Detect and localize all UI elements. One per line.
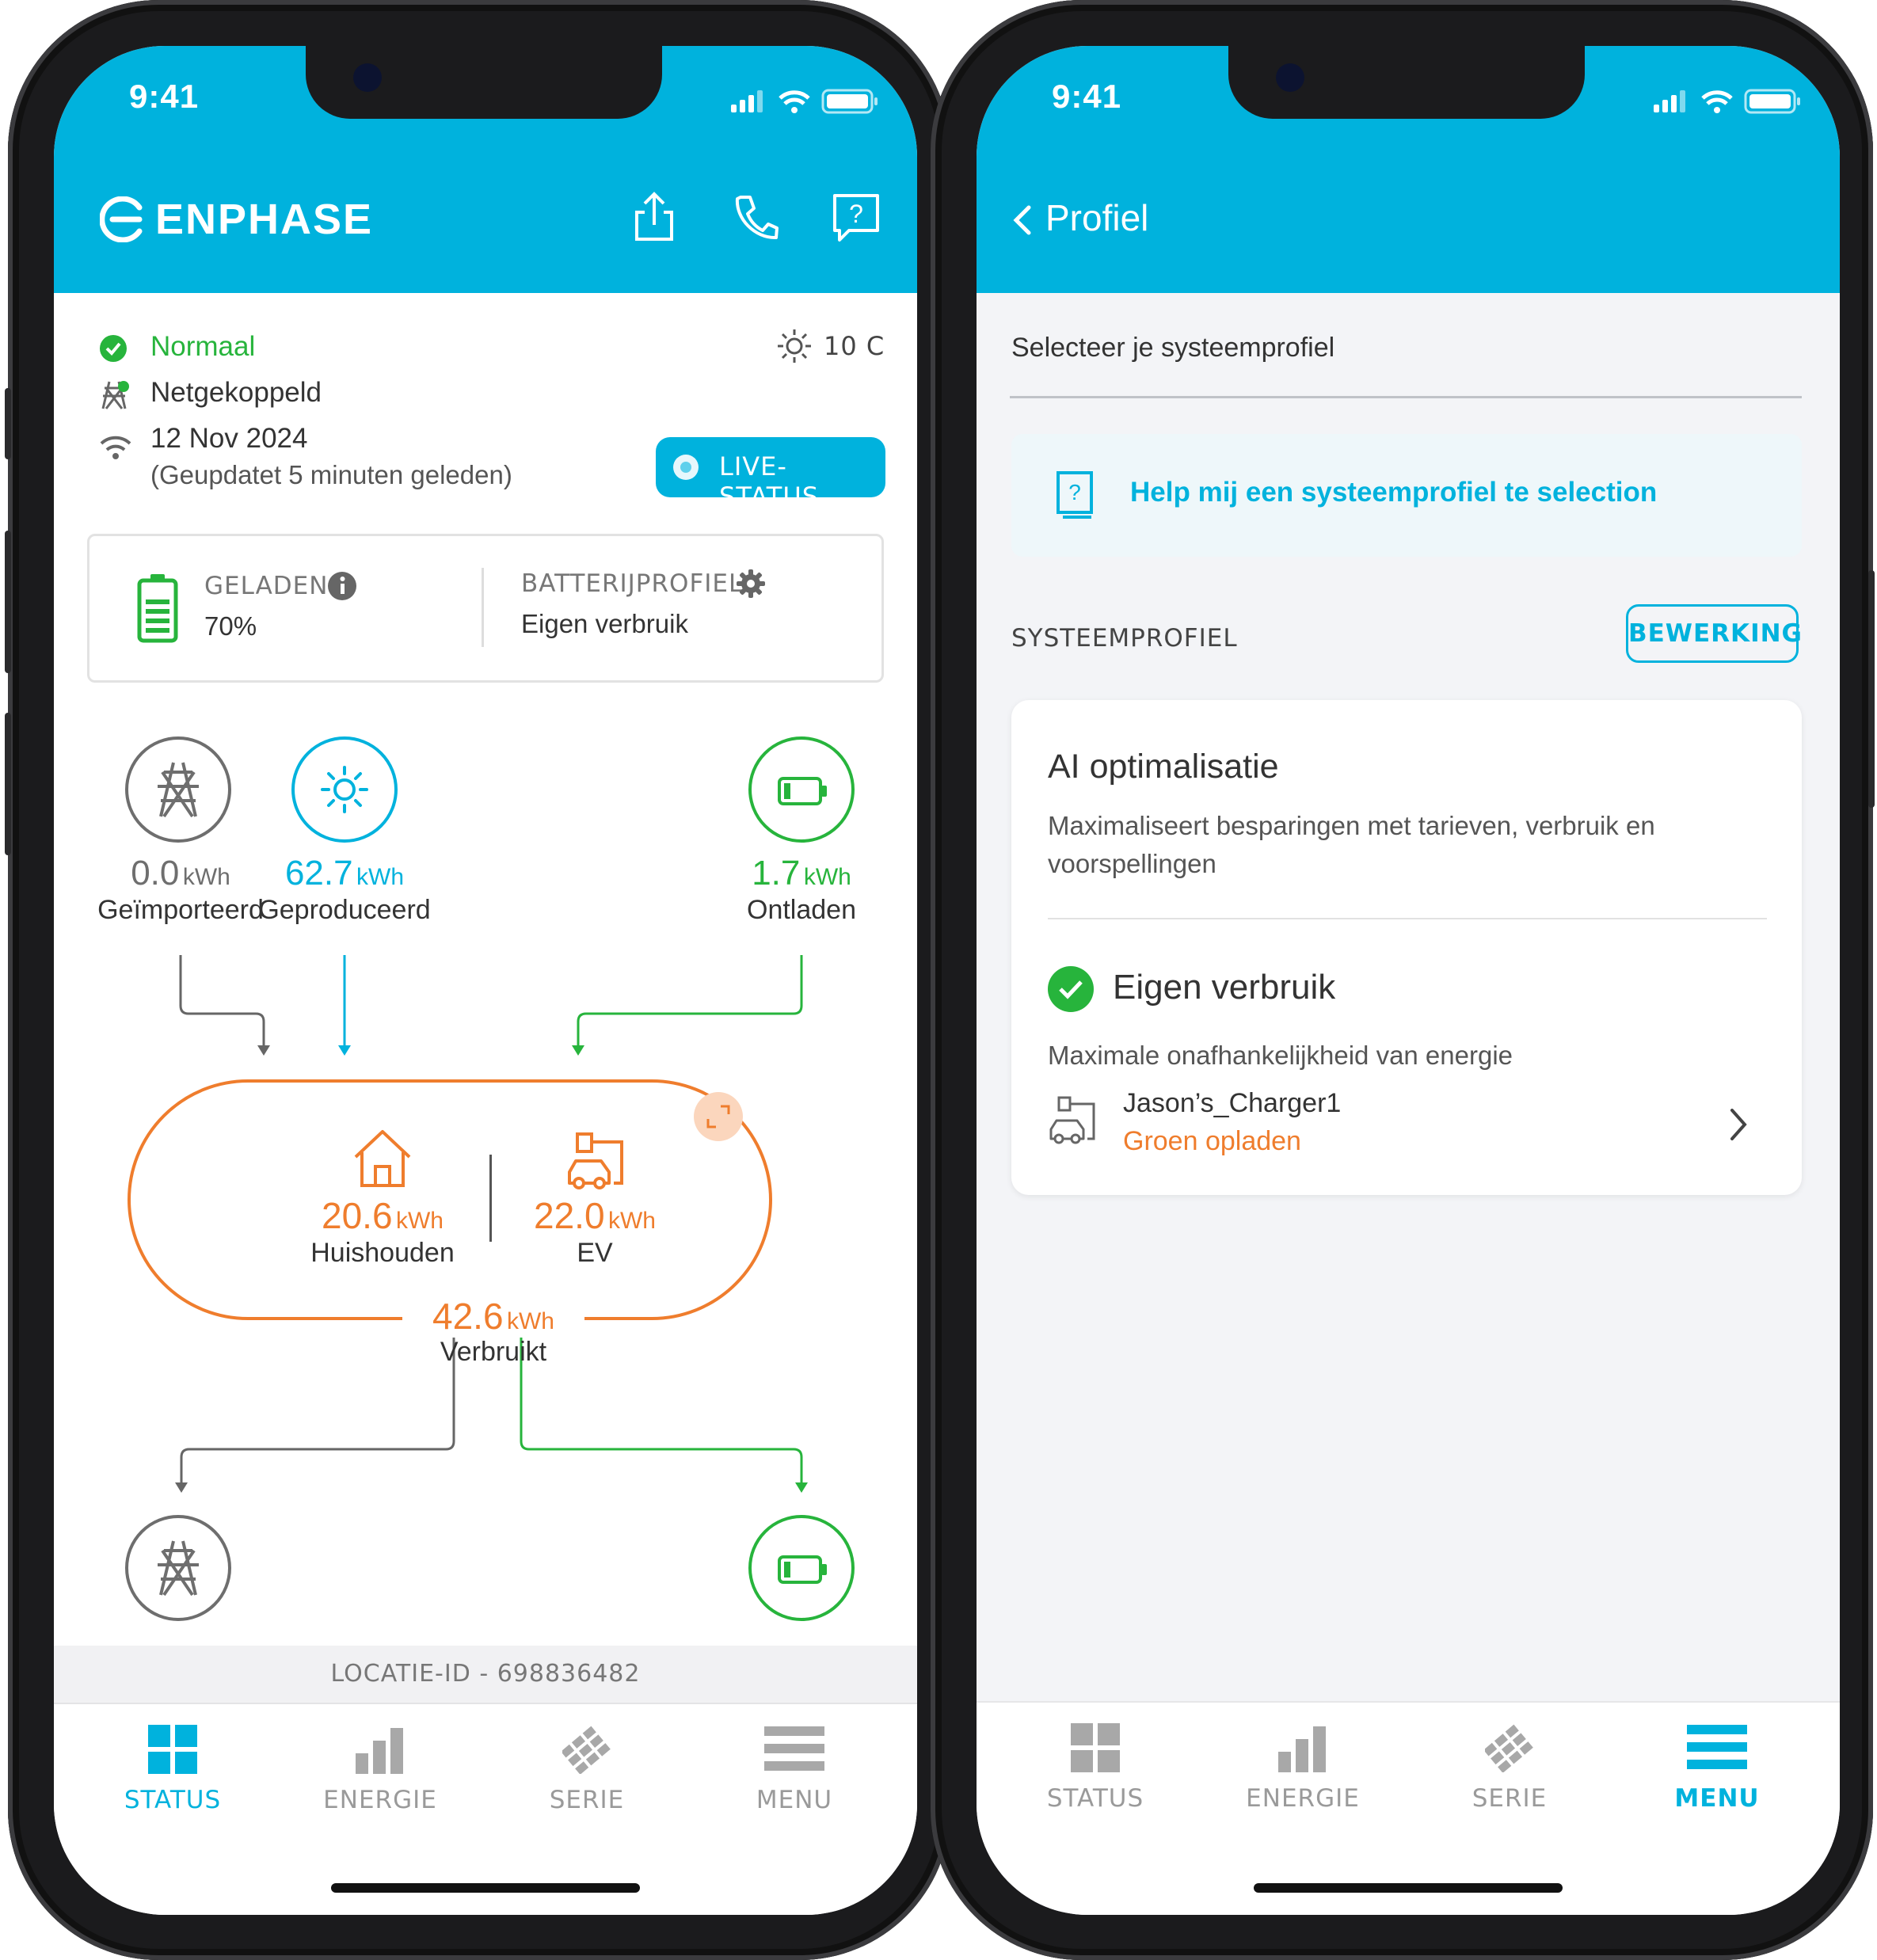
phone-left: 9:41 ENPHASE ? Normaal Netgekoppeld 12 N… (5, 0, 950, 1960)
bar-chart-icon (1278, 1726, 1326, 1772)
location-id: LOCATIE-ID - 698836482 (330, 1660, 641, 1688)
tab-menu[interactable]: MENU (1646, 1723, 1788, 1813)
svg-text:?: ? (1068, 480, 1081, 504)
phone-right: 9:41 Profiel Selecteer je systeemprofiel (931, 0, 1875, 1960)
screen-profile: 9:41 Profiel Selecteer je systeemprofiel (977, 46, 1840, 1915)
discharged-label: Ontladen (747, 895, 856, 925)
tab-series[interactable]: SERIE (1438, 1723, 1581, 1813)
battery-icon (778, 1555, 827, 1584)
produced-label: Geproduceerd (258, 895, 431, 925)
status-time: 9:41 (1052, 78, 1122, 115)
solar-panels-icon (1483, 1724, 1533, 1773)
grid-tower-icon (158, 762, 199, 818)
ev-value: 22.0 kWh (534, 1195, 656, 1236)
battery-discharge-node[interactable] (748, 736, 855, 843)
charger-name: Jason’s_Charger1 (1123, 1088, 1342, 1118)
charger-row[interactable]: Jason’s_Charger1 Groen opladen (1048, 1088, 1767, 1175)
notch (1228, 46, 1585, 119)
ev-label: EV (577, 1238, 613, 1268)
screen-status: 9:41 ENPHASE ? Normaal Netgekoppeld 12 N… (54, 46, 917, 1915)
home-indicator (1254, 1883, 1563, 1893)
grid-import-node[interactable] (125, 736, 231, 843)
solar-panels-icon (561, 1726, 611, 1775)
select-profile-text: Selecteer je systeemprofiel (1011, 333, 1335, 363)
imported-value: 0.0 kWh (131, 854, 230, 892)
grid-tower-icon (158, 1540, 199, 1597)
tab-series[interactable]: SERIE (516, 1725, 658, 1814)
edit-button[interactable]: BEWERKING (1626, 604, 1802, 663)
menu-icon (764, 1726, 824, 1771)
solar-produced-node[interactable] (291, 736, 398, 843)
pill-divider (489, 1155, 492, 1242)
discharged-value: 1.7 kWh (752, 854, 851, 892)
help-book-icon: ? (1057, 471, 1093, 519)
status-bar-icons (1654, 89, 1800, 114)
tab-status[interactable]: STATUS (1024, 1723, 1167, 1813)
battery-icon (778, 777, 827, 805)
card-divider (1048, 918, 1767, 919)
tab-status[interactable]: STATUS (101, 1725, 244, 1814)
ai-option-desc-1: Maximaliseert besparingen met tarieven, … (1048, 811, 1655, 840)
ev-charger-icon (1049, 1096, 1095, 1144)
location-bar: LOCATIE-ID - 698836482 (54, 1646, 917, 1704)
consumed-value: 42.6 kWh (402, 1295, 584, 1338)
grid-export-node[interactable] (125, 1515, 231, 1621)
help-select-profile-link[interactable]: ? Help mij een systeemprofiel te selecti… (1011, 434, 1802, 557)
chevron-right-icon (1730, 1109, 1747, 1140)
sun-icon (321, 766, 368, 813)
bar-chart-icon (356, 1728, 403, 1774)
grid-tiles-icon (1071, 1723, 1120, 1772)
profile-card: AI optimalisatie Maximaliseert besparing… (1011, 700, 1802, 1195)
produced-value: 62.7 kWh (284, 854, 405, 892)
consumed-label: Verbruikt (440, 1337, 547, 1367)
battery-charge-node[interactable] (748, 1515, 855, 1621)
own-use-title[interactable]: Eigen verbruik (1113, 968, 1335, 1007)
own-use-desc: Maximale onafhankelijkheid van energie (1048, 1041, 1513, 1070)
tab-energy[interactable]: ENERGIE (1232, 1723, 1374, 1813)
tab-menu[interactable]: MENU (723, 1725, 866, 1814)
house-icon (354, 1130, 411, 1187)
menu-icon (1687, 1725, 1747, 1769)
page-title: Profiel (1045, 197, 1149, 238)
household-value: 20.6 kWh (322, 1195, 444, 1236)
ev-charger-icon (568, 1132, 623, 1189)
tab-energy[interactable]: ENERGIE (309, 1725, 451, 1814)
section-title: SYSTEEMPROFIEL (1011, 624, 1238, 653)
home-indicator (331, 1883, 640, 1893)
expand-icon (706, 1105, 730, 1128)
expand-button[interactable] (694, 1092, 743, 1141)
selected-check-icon (1048, 966, 1094, 1012)
household-label: Huishouden (310, 1238, 455, 1268)
separator-line (1010, 396, 1802, 398)
grid-tiles-icon (148, 1725, 197, 1774)
help-link-text: Help mij een systeemprofiel te selection (1130, 477, 1658, 508)
ai-option-title[interactable]: AI optimalisatie (1048, 748, 1279, 786)
ai-option-desc-2: voorspellingen (1048, 849, 1216, 878)
charger-mode: Groen opladen (1123, 1126, 1301, 1156)
chevron-left-icon (1013, 205, 1031, 235)
